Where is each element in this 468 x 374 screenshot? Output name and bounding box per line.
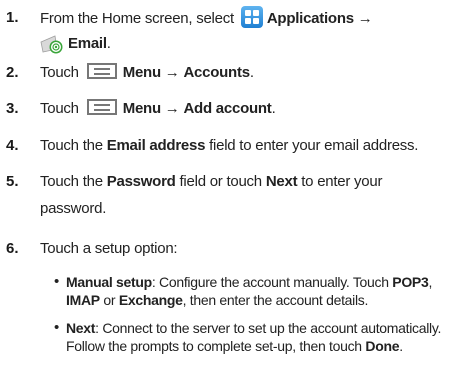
step-5-text-line-2: password. — [40, 200, 107, 217]
done-label: Done — [365, 338, 400, 354]
next-label: Next — [265, 173, 298, 190]
touch-text: Touch the — [40, 137, 103, 154]
email-address-label: Email address — [106, 137, 206, 154]
applications-label: Applications — [266, 9, 354, 27]
step-text: Touch Menu → Accounts. — [40, 63, 464, 83]
manual-setup-label: Manual setup — [66, 274, 152, 290]
touch-text: Touch the — [40, 173, 103, 190]
period: . — [106, 34, 111, 52]
pop3-label: POP3 — [392, 274, 429, 290]
email-icon — [40, 35, 63, 54]
period: . — [399, 338, 403, 354]
step-1-text: From the Home screen, select — [40, 9, 234, 27]
email-label: Email — [68, 34, 107, 52]
step-number: 5. — [6, 173, 19, 190]
password-label: Password — [106, 173, 176, 190]
step-5-line-2: password. — [40, 199, 464, 219]
accounts-label: Accounts — [183, 64, 250, 81]
option-description: : Configure the account manually. Touch — [151, 274, 389, 290]
period: . — [249, 64, 254, 81]
option-description-end: , then enter the account details. — [182, 292, 369, 308]
step-number: 3. — [6, 100, 19, 117]
or-text: or — [103, 292, 116, 308]
arrow: → — [164, 64, 180, 81]
option-text: Manual setup: Configure the account manu… — [66, 273, 460, 309]
menu-label: Menu — [122, 100, 161, 117]
touch-text: Touch — [40, 100, 79, 117]
imap-label: IMAP — [66, 292, 100, 308]
step-1-line-2: Email. — [40, 33, 464, 55]
comma: , — [428, 274, 433, 290]
bullet: • — [54, 273, 60, 290]
menu-icon — [86, 63, 117, 80]
step-5-mid-text: field or touch — [179, 173, 263, 190]
add-account-label: Add account — [183, 100, 272, 117]
step-text: Touch the Password field or touch Next t… — [40, 172, 464, 192]
option-text: Next: Connect to the server to set up th… — [66, 319, 460, 355]
next-label: Next — [66, 320, 96, 336]
step-5-end-text: to enter your — [301, 173, 383, 190]
period: . — [271, 100, 276, 117]
step-text: Touch the Email address field to enter y… — [40, 136, 464, 156]
applications-icon — [240, 6, 263, 28]
step-4-text: field to enter your email address. — [209, 137, 419, 154]
step-text: Touch a setup option: — [40, 240, 178, 257]
arrow: → — [164, 100, 180, 117]
step-number: 4. — [6, 137, 19, 154]
arrow: → — [357, 9, 373, 27]
touch-text: Touch — [40, 64, 79, 81]
step-number: 2. — [6, 64, 19, 81]
exchange-label: Exchange — [118, 292, 183, 308]
step-number: 6. — [6, 240, 19, 257]
step-number: 1. — [6, 9, 19, 26]
step-text: From the Home screen, select Application… — [40, 6, 464, 30]
menu-icon — [86, 99, 117, 116]
step-text: Touch Menu → Add account. — [40, 99, 464, 119]
menu-label: Menu — [122, 64, 161, 81]
bullet: • — [54, 319, 60, 336]
